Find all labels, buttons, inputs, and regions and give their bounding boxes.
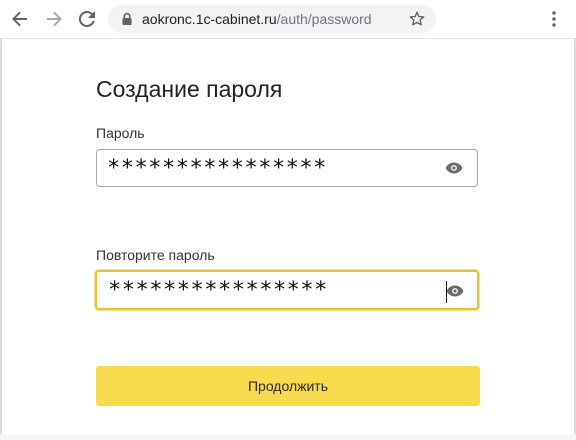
repeat-password-label: Повторите пароль (96, 247, 215, 263)
password-label: Пароль (96, 125, 145, 141)
url-text: aokronc.1c-cabinet.ru/auth/password (142, 5, 372, 33)
url-path: /auth/password (276, 11, 372, 27)
back-button[interactable] (8, 7, 32, 31)
bottom-shade (0, 434, 576, 440)
browser-menu-button[interactable] (542, 7, 566, 31)
repeat-password-input[interactable] (98, 272, 428, 308)
browser-toolbar: aokronc.1c-cabinet.ru/auth/password (0, 0, 576, 39)
address-bar[interactable]: aokronc.1c-cabinet.ru/auth/password (108, 5, 436, 33)
reload-button[interactable] (75, 7, 99, 31)
eye-icon[interactable] (445, 162, 463, 174)
window-edge-left (0, 0, 2, 440)
page-title: Создание пароля (96, 76, 283, 102)
lock-icon (122, 12, 132, 25)
password-field-container (96, 149, 478, 187)
kebab-menu-icon (552, 11, 556, 27)
arrow-right-icon (47, 11, 62, 27)
password-input[interactable] (97, 150, 427, 186)
eye-icon[interactable] (446, 285, 464, 297)
repeat-password-field-container (95, 270, 479, 310)
reload-icon (78, 10, 95, 27)
arrow-left-icon (12, 11, 27, 27)
star-icon[interactable] (408, 10, 426, 28)
forward-button[interactable] (42, 7, 66, 31)
browser-window: aokronc.1c-cabinet.ru/auth/password Созд… (0, 0, 576, 440)
continue-button[interactable]: Продолжить (96, 366, 480, 406)
url-host: aokronc.1c-cabinet.ru (142, 11, 277, 27)
